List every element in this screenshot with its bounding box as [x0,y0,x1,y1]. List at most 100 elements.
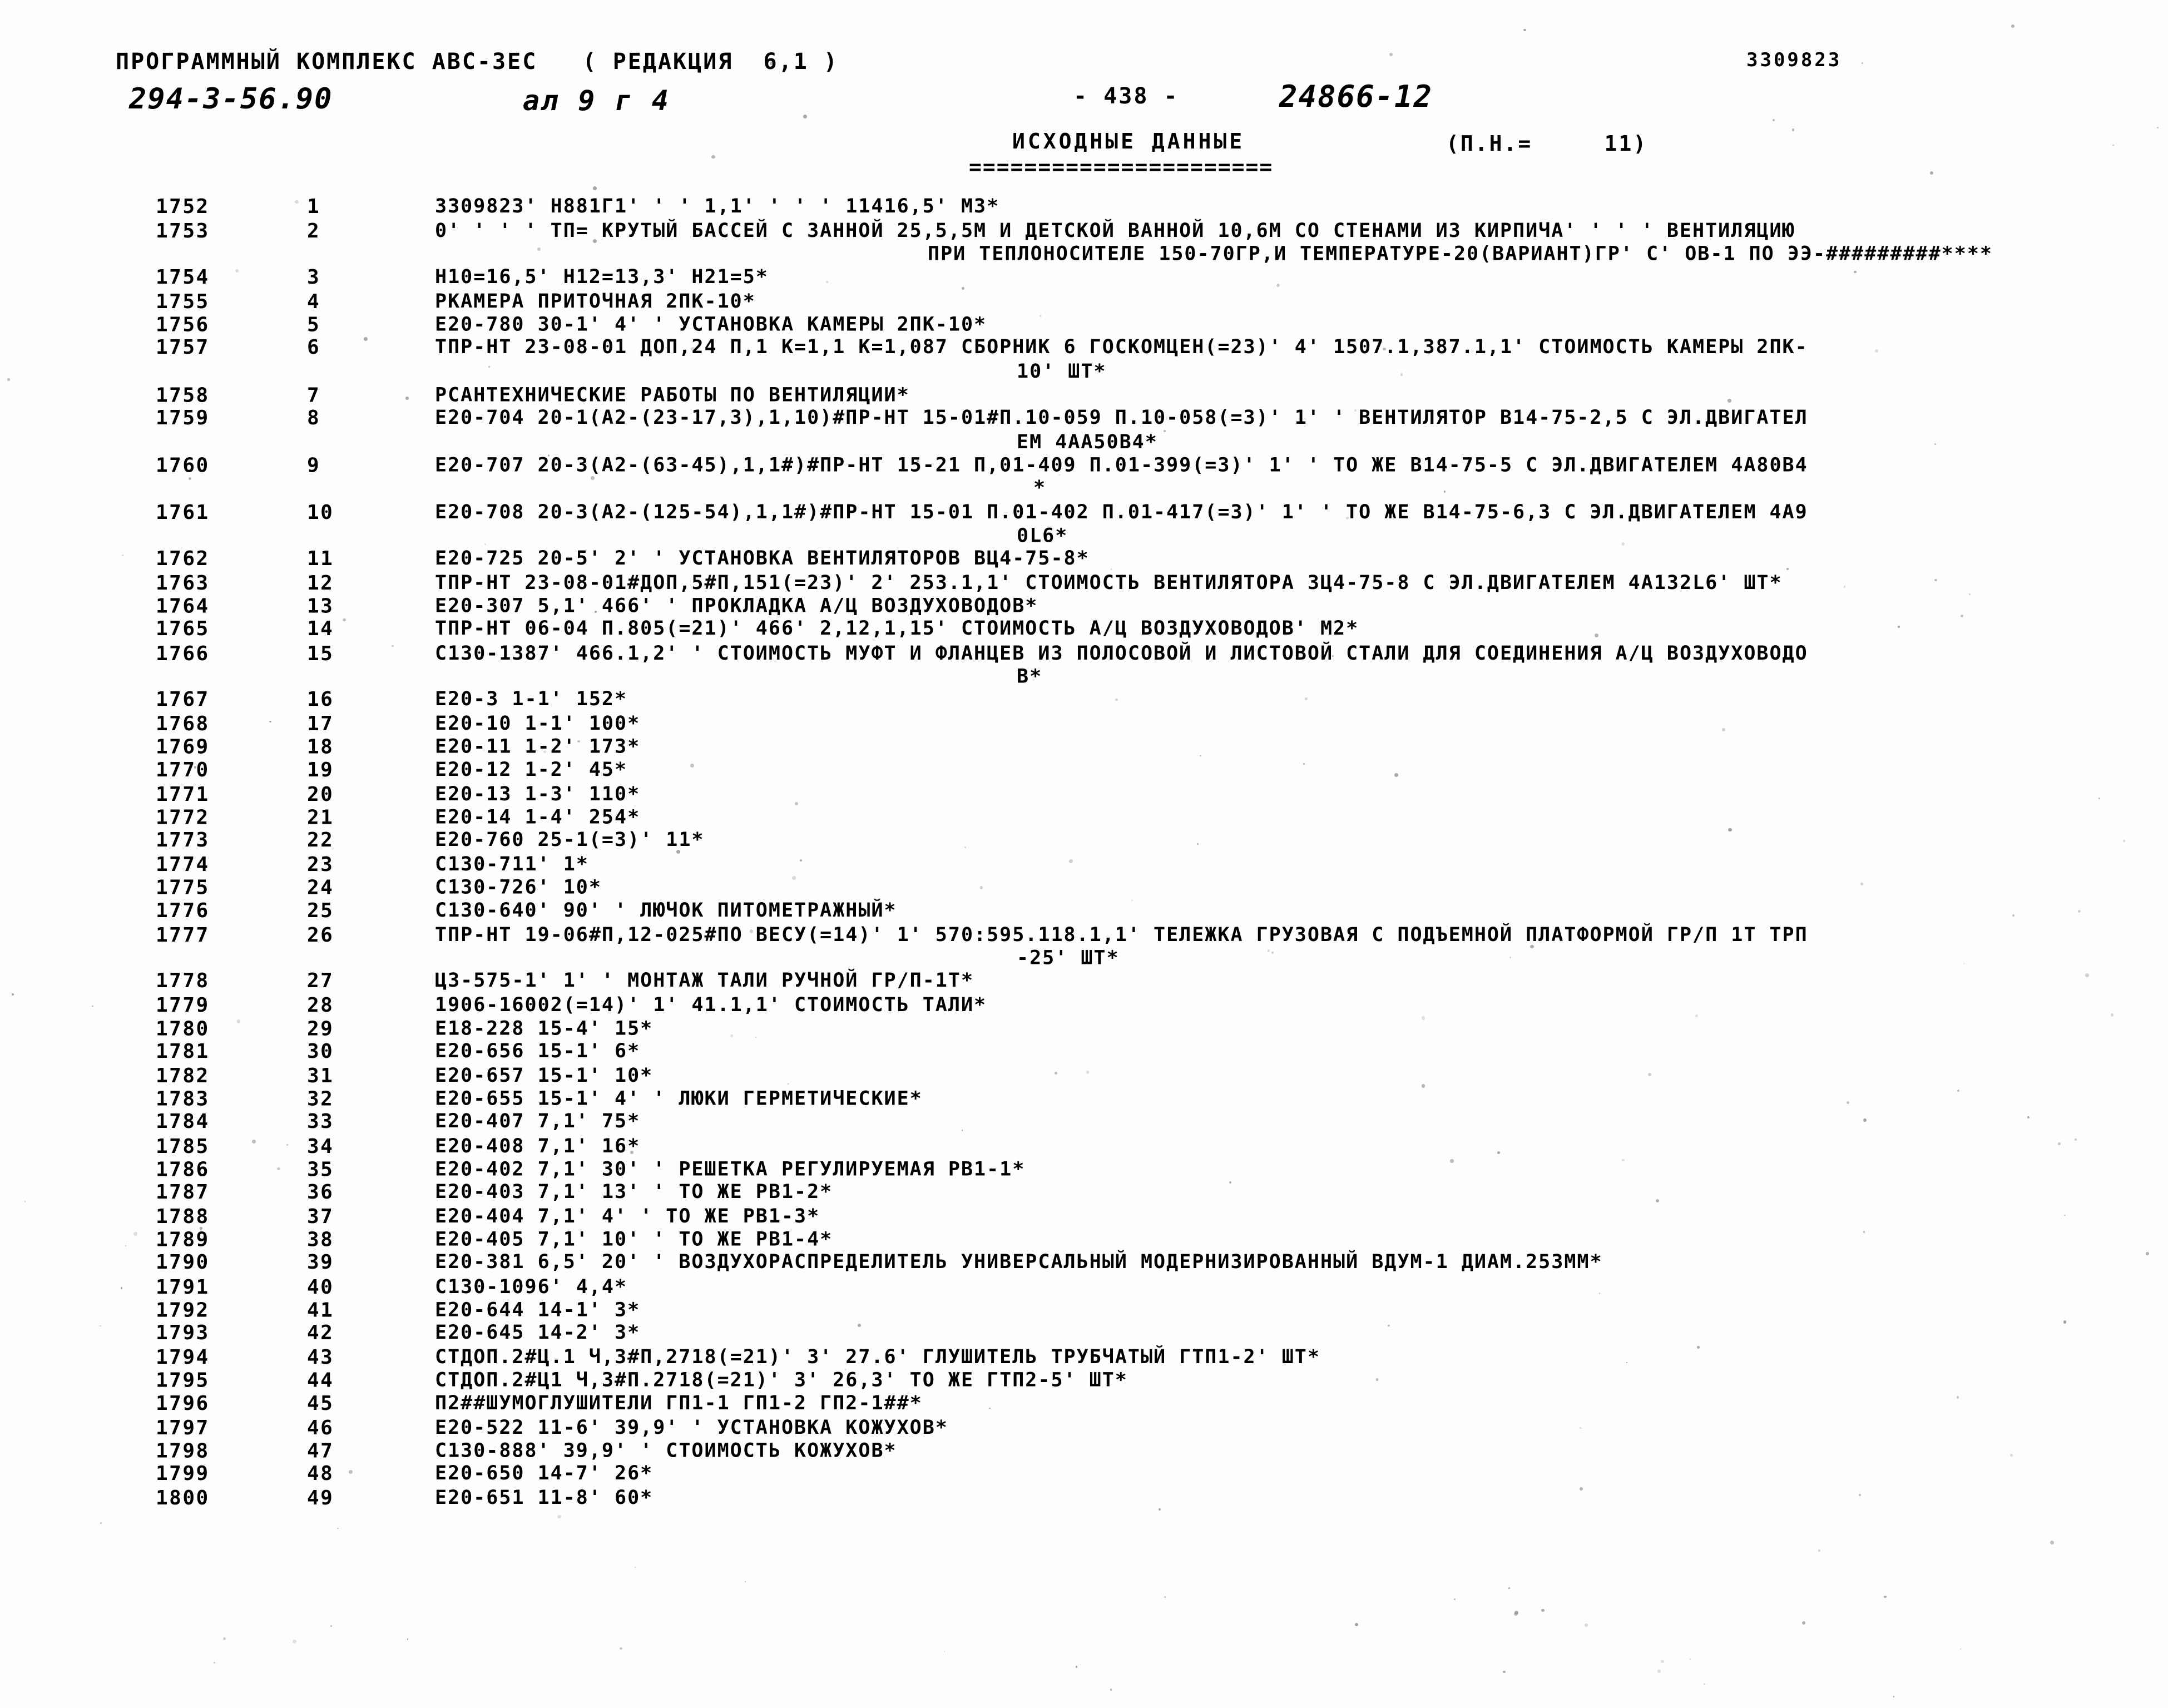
listing-continuation-row: * [0,477,2168,500]
row-item-number: 16 [307,687,334,711]
row-text: Е20-381 6,5' 20' ' ВОЗДУХОРАСПРЕДЕЛИТЕЛЬ… [435,1251,1603,1274]
row-text: С130-1096' 4,4* [435,1275,628,1298]
row-sequence-number: 1794 [156,1346,210,1369]
listing-row: 1790 39 Е20-381 6,5' 20' ' ВОЗДУХОРАСПРЕДЕ… [0,1251,2168,1274]
row-sequence-number: 1755 [156,290,210,313]
order-number: 24866-12 [1279,79,1433,114]
row-item-number: 46 [307,1416,334,1439]
row-text: С130-888' 39,9' ' СТОИМОСТЬ КОЖУХОВ* [435,1439,897,1462]
listing-row: 1779 28 1906-16002(=14)' 1' 41.1,1' СТОИМО… [0,994,2168,1017]
row-text: В* [1017,665,1043,688]
row-sequence-number: 1760 [156,454,210,477]
row-text: Е20-645 14-2' 3* [435,1321,641,1344]
row-text: С130-726' 10* [435,876,602,899]
row-item-number: 31 [307,1064,334,1087]
row-item-number: 45 [307,1392,334,1415]
document-number: 294-3-56.90 [129,82,333,116]
row-text: Е20-760 25-1(=3)' 11* [435,829,705,851]
row-item-number: 20 [307,783,334,806]
row-text: Е20-307 5,1' 466' ' ПРОКЛАДКА А/Ц ВОЗДУХ… [435,595,1038,617]
row-item-number: 8 [307,406,321,429]
row-item-number: 44 [307,1369,334,1392]
row-text: Е20-651 11-8' 60* [435,1487,654,1509]
row-text: Е20-704 20-1(А2-(23-17,3),1,10)#ПР-НТ 15… [435,406,1808,429]
row-sequence-number: 1783 [156,1087,210,1111]
listing-continuation-row: -25' ШТ* [0,947,2168,971]
listing-row: 1785 34 Е20-408 7,1' 16* [0,1135,2168,1159]
row-text: Е20-3 1-1' 152* [435,687,628,710]
row-item-number: 43 [307,1346,334,1369]
row-text: Е20-522 11-6' 39,9' ' УСТАНОВКА КОЖУХОВ* [435,1416,948,1439]
listing-row: 1757 6 ТПР-НТ 23-08-01 ДОП,24 П,1 К=1,1 К=… [0,336,2168,359]
row-text: Е20-655 15-1' 4' ' ЛЮКИ ГЕРМЕТИЧЕСКИЕ* [435,1087,923,1110]
row-item-number: 41 [307,1299,334,1322]
row-text: Е20-12 1-2' 45* [435,758,628,781]
row-sequence-number: 1797 [156,1416,210,1439]
listing-row: 1784 33 Е20-407 7,1' 75* [0,1110,2168,1133]
listing-row: 1765 14 ТПР-НТ 06-04 П.805(=21)' 466' 2,12… [0,617,2168,641]
row-item-number: 36 [307,1180,334,1204]
object-code: 3309823 [1746,49,1842,71]
row-text: ПРИ ТЕПЛОНОСИТЕЛЕ 150-70ГР,И ТЕМПЕРАТУРЕ… [928,242,1993,265]
row-item-number: 32 [307,1087,334,1111]
row-item-number: 29 [307,1017,334,1041]
row-item-number: 34 [307,1135,334,1158]
row-text: Е20-405 7,1' 10' ' ТО ЖЕ РВ1-4* [435,1228,833,1251]
row-sequence-number: 1752 [156,195,210,218]
listing-row: 1789 38 Е20-405 7,1' 10' ' ТО ЖЕ РВ1-4* [0,1229,2168,1252]
row-text: С130-1387' 466.1,2' ' СТОИМОСТЬ МУФТ И Ф… [435,642,1808,665]
listing-row: 1780 29 Е18-228 15-4' 15* [0,1017,2168,1041]
row-sequence-number: 1780 [156,1017,210,1041]
row-text: С130-711' 1* [435,853,589,876]
listing-row: 1770 19 Е20-12 1-2' 45* [0,759,2168,782]
row-text: Е20-644 14-1' 3* [435,1299,641,1321]
row-item-number: 27 [307,969,334,993]
row-sequence-number: 1770 [156,758,210,781]
row-item-number: 40 [307,1275,334,1299]
row-sequence-number: 1766 [156,642,210,665]
row-item-number: 24 [307,876,334,899]
row-sequence-number: 1769 [156,735,210,759]
title-underline: ====================== [969,155,1274,179]
row-sequence-number: 1763 [156,572,210,595]
row-item-number: 47 [307,1439,334,1463]
listing-row: 1773 22 Е20-760 25-1(=3)' 11* [0,829,2168,852]
row-sequence-number: 1790 [156,1251,210,1274]
listing-row: 1799 48 Е20-650 14-7' 26* [0,1462,2168,1486]
row-text: Е20-650 14-7' 26* [435,1462,654,1485]
row-sequence-number: 1758 [156,384,210,407]
row-sequence-number: 1781 [156,1039,210,1063]
listing-row: 1798 47 С130-888' 39,9' ' СТОИМОСТЬ КОЖУХО… [0,1439,2168,1463]
row-sequence-number: 1785 [156,1135,210,1158]
row-item-number: 26 [307,923,334,947]
row-text: РСАНТЕХНИЧЕСКИЕ РАБОТЫ ПО ВЕНТИЛЯЦИИ* [435,384,910,406]
row-text: Е20-408 7,1' 16* [435,1135,641,1157]
row-text: Е18-228 15-4' 15* [435,1017,654,1040]
page-header: ПРОГРАММНЫЙ КОМПЛЕКС АВС-3ЕС ( РЕДАКЦИЯ … [0,0,2168,184]
listing-row: 1774 23 С130-711' 1* [0,853,2168,877]
listing-row: 1796 45 П2##ШУМОГЛУШИТЕЛИ ГП1-1 ГП1-2 ГП2-… [0,1392,2168,1415]
row-item-number: 37 [307,1205,334,1229]
row-sequence-number: 1754 [156,265,210,289]
row-item-number: 33 [307,1110,334,1133]
listing-row: 1759 8 Е20-704 20-1(А2-(23-17,3),1,10)#ПР-… [0,407,2168,430]
row-item-number: 28 [307,994,334,1017]
row-item-number: 39 [307,1251,334,1274]
section-title: ИСХОДНЫЕ ДАННЫЕ [1012,129,1245,154]
sheet-label: ал 9 г 4 [523,85,670,117]
row-sequence-number: 1800 [156,1487,210,1510]
row-text: Е20-403 7,1' 13' ' ТО ЖЕ РВ1-2* [435,1180,833,1203]
row-text: Е20-707 20-3(А2-(63-45),1,1#)#ПР-НТ 15-2… [435,454,1808,477]
listing-row: 1752 1 3309823' Н881Г1' ' ' 1,1' ' ' ' 114… [0,195,2168,219]
row-text: Н10=16,5' Н12=13,3' Н21=5* [435,265,769,288]
row-sequence-number: 1784 [156,1110,210,1133]
row-sequence-number: 1775 [156,876,210,899]
listing-continuation-row: 10' ШТ* [0,360,2168,384]
listing-row: 1787 36 Е20-403 7,1' 13' ' ТО ЖЕ РВ1-2* [0,1181,2168,1204]
row-item-number: 13 [307,595,334,618]
row-item-number: 23 [307,853,334,877]
row-item-number: 7 [307,384,321,407]
row-item-number: 15 [307,642,334,665]
scanned-page: ПРОГРАММНЫЙ КОМПЛЕКС АВС-3ЕС ( РЕДАКЦИЯ … [0,0,2168,1708]
listing-row: 1788 37 Е20-404 7,1' 4' ' ТО ЖЕ РВ1-3* [0,1205,2168,1229]
